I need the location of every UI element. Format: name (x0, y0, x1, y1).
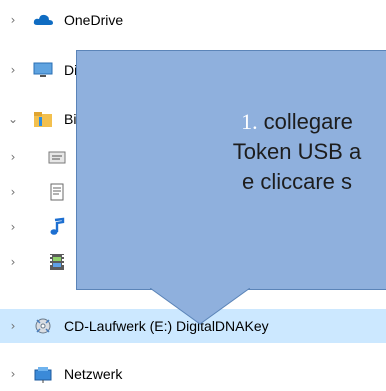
chevron-right-icon[interactable]: › (6, 255, 20, 269)
chevron-right-icon[interactable]: › (6, 150, 20, 164)
callout-step-number: 1. (241, 109, 258, 134)
chevron-down-icon[interactable]: ⌄ (6, 112, 20, 126)
chevron-right-icon[interactable]: › (6, 13, 20, 27)
music-note-icon (46, 217, 68, 237)
chevron-right-icon[interactable]: › (6, 220, 20, 234)
callout-text: 1. collegare Token USB a e cliccare s (137, 107, 386, 197)
instruction-callout: 1. collegare Token USB a e cliccare s (76, 50, 386, 290)
callout-line-1: 1. collegare (137, 107, 386, 137)
callout-line-3: e cliccare s (241, 169, 353, 194)
tree-item-network[interactable]: › Netzwerk (0, 357, 386, 391)
chevron-right-icon[interactable]: › (6, 319, 20, 333)
cd-drive-icon (32, 316, 54, 336)
onedrive-icon (32, 10, 54, 30)
documents-icon (46, 147, 68, 167)
network-icon (32, 364, 54, 384)
tree-label: OneDrive (64, 12, 124, 28)
tree-label: Netzwerk (64, 366, 123, 382)
callout-pointer (150, 288, 250, 325)
callout-line-2: Token USB a (232, 139, 362, 164)
tree-item-onedrive[interactable]: › OneDrive (0, 3, 386, 37)
chevron-right-icon[interactable]: › (6, 185, 20, 199)
callout-line-1-text: collegare (263, 109, 353, 134)
chevron-right-icon[interactable]: › (6, 367, 20, 381)
chevron-right-icon[interactable]: › (6, 63, 20, 77)
tree-label: Bi (64, 111, 77, 127)
pc-icon (32, 60, 54, 80)
document-icon (46, 182, 68, 202)
video-film-icon (46, 252, 68, 272)
library-folder-icon (32, 109, 54, 129)
